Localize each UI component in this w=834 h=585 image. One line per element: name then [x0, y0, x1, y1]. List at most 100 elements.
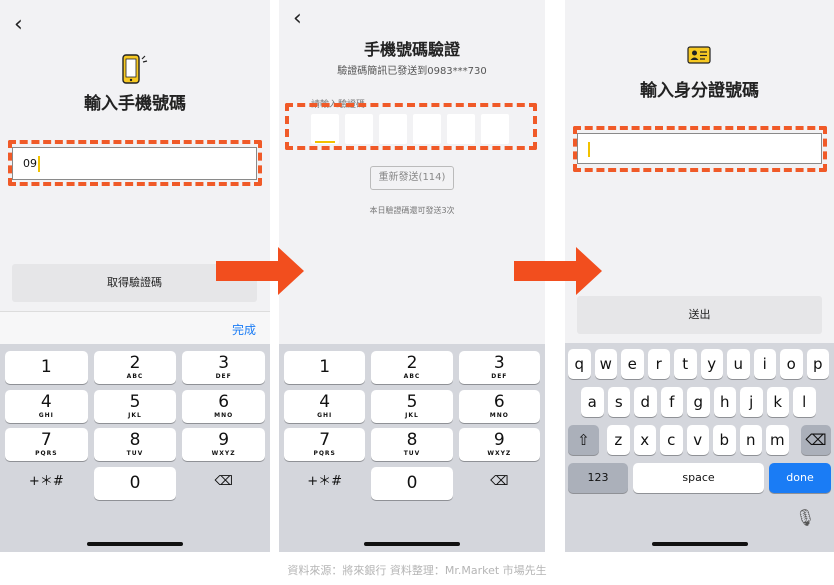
numpad-digit: 1: [319, 357, 331, 377]
numpad-key-3[interactable]: 3 DEF: [182, 351, 265, 384]
numpad-key-0[interactable]: 0: [93, 466, 177, 500]
numpad-key-9[interactable]: 9 WXYZ: [458, 428, 540, 461]
numpad-key-2[interactable]: 2 ABC: [371, 351, 453, 384]
numpad-digit: +＊#: [28, 473, 64, 489]
screen-otp-verification: ‹ 手機號碼驗證 驗證碼簡訊已發送到0983***730 請輸入驗證碼 重新發送…: [279, 0, 545, 552]
numpad-digit: 9: [493, 430, 505, 450]
numpad-letters: TUV: [403, 450, 421, 457]
resend-button[interactable]: 重新發送(114): [370, 166, 454, 190]
delete-icon: ⌫: [490, 473, 509, 489]
back-button[interactable]: ‹: [293, 8, 302, 30]
numpad-digit: 9: [218, 430, 230, 450]
numpad-digit: 7: [40, 430, 52, 450]
key-p[interactable]: p: [806, 349, 829, 379]
numpad-key-4[interactable]: 4 GHI: [284, 389, 366, 423]
key-u[interactable]: u: [727, 349, 750, 379]
shift-key[interactable]: ⇧: [568, 425, 599, 455]
key-x[interactable]: x: [633, 425, 656, 455]
numpad-delete-key[interactable]: ⌫: [459, 467, 540, 500]
key-l[interactable]: l: [793, 387, 816, 417]
key-c[interactable]: c: [660, 425, 683, 455]
numpad-key-1[interactable]: 1: [284, 351, 366, 384]
numpad-key-3[interactable]: 3 DEF: [458, 351, 540, 384]
key-n[interactable]: n: [739, 425, 762, 455]
key-e[interactable]: e: [621, 349, 644, 379]
key-v[interactable]: v: [686, 425, 709, 455]
numpad-letters: GHI: [38, 411, 54, 419]
space-key[interactable]: space: [633, 463, 764, 493]
key-k[interactable]: k: [766, 387, 789, 417]
numpad-key-5[interactable]: 5 JKL: [93, 389, 177, 423]
key-t[interactable]: t: [674, 349, 697, 379]
numpad-letters: WXYZ: [487, 450, 512, 457]
back-button[interactable]: ‹: [14, 14, 23, 36]
key-g[interactable]: g: [687, 387, 710, 417]
numpad-letters: ABC: [126, 373, 144, 380]
numpad-key-9[interactable]: 9 WXYZ: [182, 428, 265, 461]
numbers-key[interactable]: 123: [568, 463, 628, 493]
numpad-digit: 8: [406, 430, 418, 450]
numpad-digit: 0: [406, 472, 418, 493]
numpad-digit: 0: [129, 472, 141, 493]
home-indicator: [364, 542, 460, 546]
keyboard-accessory-bar: 完成: [0, 311, 270, 344]
numpad-key-1[interactable]: 1: [5, 351, 88, 384]
resend-limit-note: 本日驗證碼還可發送3次: [369, 206, 455, 215]
key-q[interactable]: q: [568, 349, 591, 379]
numeric-keypad: 1 2 ABC 3 DEF 4 GHI 5 JKL 6 MNO 7 PQRS 8 TUV 9 WXYZ +＊# 0 ⌫: [0, 344, 270, 552]
key-a[interactable]: a: [581, 387, 604, 417]
numpad-letters: DEF: [215, 373, 232, 380]
numpad-letters: TUV: [126, 450, 144, 457]
key-d[interactable]: d: [634, 387, 657, 417]
numpad-digit: 4: [319, 391, 331, 412]
numpad-digit: 5: [129, 391, 141, 412]
numpad-digit: 4: [40, 391, 52, 412]
home-indicator: [651, 542, 748, 546]
numpad-key-0[interactable]: 0: [371, 466, 453, 500]
key-o[interactable]: o: [780, 349, 803, 379]
key-h[interactable]: h: [713, 387, 736, 417]
numpad-key-8[interactable]: 8 TUV: [371, 428, 453, 461]
done-button[interactable]: 完成: [232, 321, 256, 338]
done-key[interactable]: done: [769, 463, 831, 493]
numpad-key-5[interactable]: 5 JKL: [371, 389, 453, 423]
page-title: 輸入手機號碼: [84, 94, 186, 114]
key-m[interactable]: m: [766, 425, 789, 455]
numpad-key-2[interactable]: 2 ABC: [93, 351, 177, 384]
numpad-key-4[interactable]: 4 GHI: [5, 389, 88, 423]
highlight-box: [285, 103, 537, 150]
numpad-key-6[interactable]: 6 MNO: [182, 389, 265, 423]
numpad-digit: 8: [129, 430, 141, 450]
numpad-digit: 6: [493, 391, 505, 412]
numpad-digit: 7: [319, 430, 331, 450]
highlight-box: [573, 126, 827, 172]
numpad-delete-key[interactable]: ⌫: [182, 467, 265, 500]
key-f[interactable]: f: [660, 387, 683, 417]
key-b[interactable]: b: [713, 425, 736, 455]
key-z[interactable]: z: [607, 425, 630, 455]
numpad-digit: 3: [218, 353, 230, 373]
key-y[interactable]: y: [700, 349, 723, 379]
key-i[interactable]: i: [753, 349, 776, 379]
page-title: 輸入身分證號碼: [640, 81, 759, 101]
key-s[interactable]: s: [607, 387, 630, 417]
numpad-key-symbols[interactable]: +＊#: [5, 467, 88, 500]
numpad-key-7[interactable]: 7 PQRS: [284, 428, 366, 461]
submit-button[interactable]: 送出: [577, 296, 822, 334]
key-w[interactable]: w: [594, 349, 617, 379]
numpad-letters: GHI: [317, 411, 333, 419]
numpad-letters: PQRS: [35, 450, 58, 457]
key-r[interactable]: r: [647, 349, 670, 379]
page-subtitle: 驗證碼簡訊已發送到0983***730: [337, 66, 487, 77]
numpad-key-symbols[interactable]: +＊#: [284, 467, 365, 500]
microphone-icon[interactable]: 🎙: [795, 508, 815, 527]
arrow-right-icon: [514, 247, 602, 295]
delete-key[interactable]: ⌫: [801, 425, 831, 455]
key-j[interactable]: j: [740, 387, 763, 417]
numpad-letters: JKL: [405, 411, 419, 419]
numpad-key-6[interactable]: 6 MNO: [458, 389, 540, 423]
numpad-letters: MNO: [214, 411, 234, 419]
numpad-digit: 1: [40, 357, 52, 377]
numpad-key-7[interactable]: 7 PQRS: [5, 428, 88, 461]
numpad-key-8[interactable]: 8 TUV: [93, 428, 177, 461]
